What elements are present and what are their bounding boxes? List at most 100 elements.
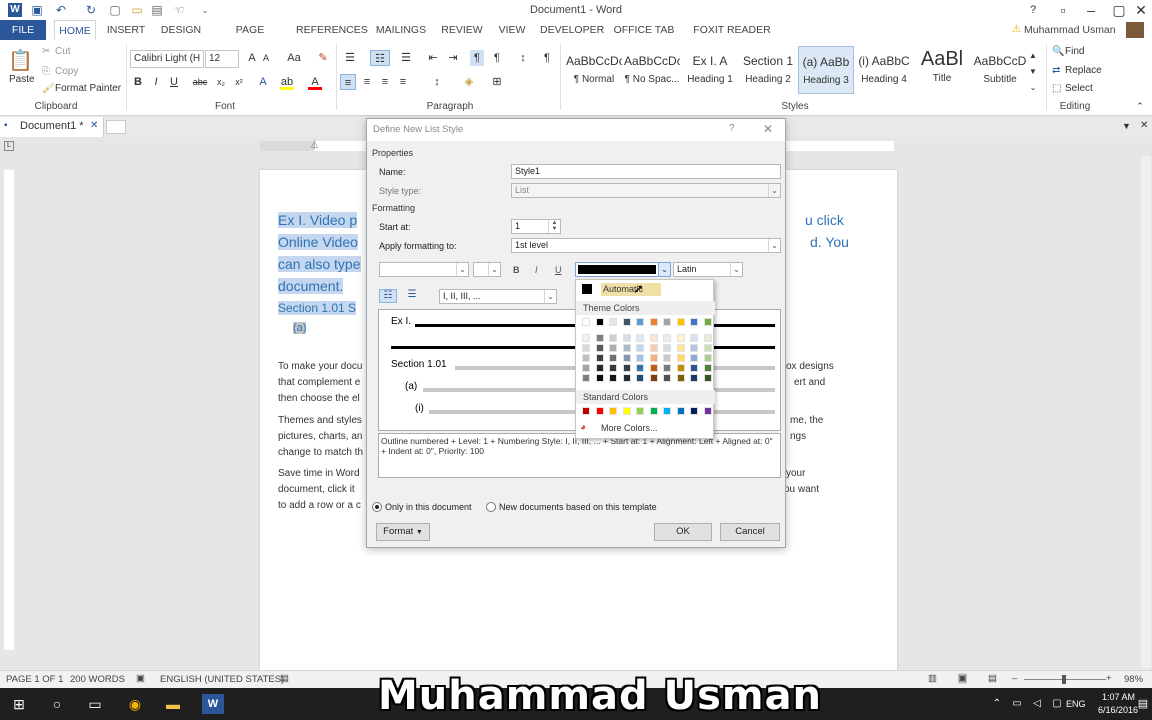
theme-shade-swatch[interactable] bbox=[676, 364, 685, 372]
justify-icon[interactable]: ≡ bbox=[396, 74, 410, 90]
macro-icon[interactable]: ▤ bbox=[280, 673, 289, 684]
theme-shade-swatch[interactable] bbox=[636, 354, 644, 362]
theme-shade-swatch[interactable] bbox=[703, 364, 712, 372]
format-button[interactable]: Format ▼ bbox=[376, 523, 430, 541]
zoom-slider-thumb[interactable] bbox=[1062, 675, 1066, 684]
tab-office-tab[interactable]: OFFICE TAB bbox=[612, 20, 676, 40]
list-size-select[interactable]: ⌄ bbox=[473, 262, 501, 277]
theme-shade-swatch[interactable] bbox=[582, 374, 590, 382]
standard-color-swatch[interactable] bbox=[703, 407, 712, 415]
font-size-combo[interactable]: 12 bbox=[205, 50, 239, 68]
tab-review[interactable]: REVIEW bbox=[440, 20, 484, 40]
numbering-style-dropdown-icon[interactable]: ⌄ bbox=[544, 290, 556, 303]
highlight-icon[interactable]: ab bbox=[280, 74, 294, 90]
page-count[interactable]: PAGE 1 OF 1 bbox=[6, 674, 63, 685]
theme-color-swatch[interactable] bbox=[703, 318, 712, 326]
theme-shade-swatch[interactable] bbox=[582, 334, 590, 342]
style-tile-no-spac[interactable]: AaBbCcDc ¶ No Spac... bbox=[624, 46, 680, 94]
theme-color-swatch[interactable] bbox=[582, 318, 590, 326]
find-label[interactable]: Find bbox=[1065, 46, 1084, 57]
theme-shade-swatch[interactable] bbox=[690, 354, 698, 362]
style-tile-title[interactable]: AaBl Title bbox=[914, 46, 970, 94]
theme-shade-swatch[interactable] bbox=[595, 354, 604, 362]
theme-shade-swatch[interactable] bbox=[609, 344, 617, 352]
script-dropdown-icon[interactable]: ⌄ bbox=[730, 263, 742, 276]
copy-label[interactable]: Copy bbox=[55, 66, 78, 77]
standard-color-swatch[interactable] bbox=[649, 407, 658, 415]
replace-label[interactable]: Replace bbox=[1065, 65, 1102, 76]
task-view-icon[interactable]: ▭ bbox=[84, 694, 106, 714]
theme-shade-swatch[interactable] bbox=[649, 354, 658, 362]
tab-selector-icon[interactable]: L bbox=[4, 141, 14, 151]
decrease-indent-icon[interactable]: ⇤ bbox=[426, 50, 440, 66]
chrome-icon[interactable]: ◉ bbox=[124, 694, 146, 714]
tab-list-icon[interactable]: ▼ bbox=[1122, 121, 1131, 131]
strikethrough-icon[interactable]: abc bbox=[192, 74, 208, 90]
tray-chevron-icon[interactable]: ⌃ bbox=[986, 694, 1008, 714]
tab-file[interactable]: FILE bbox=[0, 20, 46, 40]
theme-shade-swatch[interactable] bbox=[690, 374, 698, 382]
font-color-dropdown-icon[interactable]: ⌄ bbox=[658, 263, 670, 276]
italic-icon[interactable]: I bbox=[150, 74, 162, 90]
collapse-ribbon-icon[interactable]: ⌃ bbox=[1134, 98, 1146, 114]
indent-marker-icon[interactable]: ⏃ bbox=[310, 138, 319, 151]
read-mode-icon[interactable]: ▥ bbox=[928, 673, 937, 684]
theme-shade-swatch[interactable] bbox=[636, 364, 644, 372]
language-status[interactable]: ENGLISH (UNITED STATES) bbox=[160, 674, 284, 685]
theme-shade-swatch[interactable] bbox=[622, 334, 631, 342]
theme-color-swatch[interactable] bbox=[649, 318, 658, 326]
web-layout-icon[interactable]: ▤ bbox=[988, 673, 997, 684]
theme-shade-swatch[interactable] bbox=[609, 354, 617, 362]
new-documents-radio[interactable] bbox=[486, 502, 496, 512]
apply-formatting-select[interactable]: 1st level ⌄ bbox=[511, 238, 781, 253]
font-color-icon[interactable]: A bbox=[308, 74, 322, 90]
theme-shade-swatch[interactable] bbox=[649, 344, 658, 352]
theme-shade-swatch[interactable] bbox=[690, 334, 698, 342]
multilevel-list-icon[interactable]: ☰ bbox=[398, 50, 414, 66]
theme-shade-swatch[interactable] bbox=[663, 334, 671, 342]
tab-developer[interactable]: DEVELOPER bbox=[540, 20, 604, 40]
cancel-button[interactable]: Cancel bbox=[720, 523, 780, 541]
theme-shade-swatch[interactable] bbox=[676, 354, 685, 362]
tab-foxit-reader[interactable]: FOXIT READER PDF bbox=[686, 20, 778, 56]
file-explorer-icon[interactable]: ▬ bbox=[162, 694, 184, 714]
grow-font-icon[interactable]: A bbox=[246, 50, 258, 66]
doc-tab-close-icon[interactable]: ✕ bbox=[90, 120, 98, 131]
borders-icon[interactable]: ⊞ bbox=[490, 74, 504, 90]
zoom-out-icon[interactable]: – bbox=[1012, 673, 1017, 684]
print-layout-icon[interactable]: ▣ bbox=[958, 673, 967, 684]
theme-color-swatch[interactable] bbox=[636, 318, 644, 326]
change-case-icon[interactable]: Aa bbox=[284, 50, 304, 66]
proofing-icon[interactable]: ▣ bbox=[136, 673, 145, 684]
zoom-in-icon[interactable]: + bbox=[1106, 673, 1112, 684]
theme-shade-swatch[interactable] bbox=[595, 374, 604, 382]
start-at-spin-icon[interactable]: ▲ ▼ bbox=[548, 220, 560, 233]
theme-shade-swatch[interactable] bbox=[703, 334, 712, 342]
sort-icon[interactable]: ↕ bbox=[516, 50, 530, 66]
help-icon[interactable]: ? bbox=[1016, 0, 1050, 20]
font-color-select[interactable]: ⌄ bbox=[575, 262, 671, 277]
list-font-select[interactable]: ⌄ bbox=[379, 262, 469, 277]
standard-color-swatch[interactable] bbox=[676, 407, 685, 415]
clear-format-icon[interactable]: ✎ bbox=[316, 50, 330, 66]
paste-label[interactable]: Paste bbox=[9, 74, 35, 85]
theme-shade-swatch[interactable] bbox=[649, 374, 658, 382]
only-this-document-radio[interactable] bbox=[372, 502, 382, 512]
avatar[interactable] bbox=[1126, 22, 1144, 38]
apply-formatting-dropdown-icon[interactable]: ⌄ bbox=[768, 239, 780, 252]
theme-shade-swatch[interactable] bbox=[609, 334, 617, 342]
numbering-icon[interactable]: ☷ bbox=[370, 50, 390, 66]
superscript-icon[interactable]: x² bbox=[232, 74, 246, 90]
theme-color-swatch[interactable] bbox=[595, 318, 604, 326]
theme-shade-swatch[interactable] bbox=[649, 334, 658, 342]
standard-color-swatch[interactable] bbox=[582, 407, 590, 415]
bold-icon[interactable]: B bbox=[132, 74, 144, 90]
numbering-list-icon[interactable]: ☷ bbox=[379, 289, 397, 303]
theme-shade-swatch[interactable] bbox=[676, 334, 685, 342]
style-tile-heading-4[interactable]: (i) AaBbC Heading 4 bbox=[856, 46, 912, 94]
cortana-search-icon[interactable]: ○ bbox=[46, 694, 68, 714]
name-input[interactable]: Style1 bbox=[511, 164, 781, 179]
tab-insert[interactable]: INSERT bbox=[104, 20, 148, 40]
new-documents-label[interactable]: New documents based on this template bbox=[499, 502, 657, 512]
theme-shade-swatch[interactable] bbox=[676, 344, 685, 352]
